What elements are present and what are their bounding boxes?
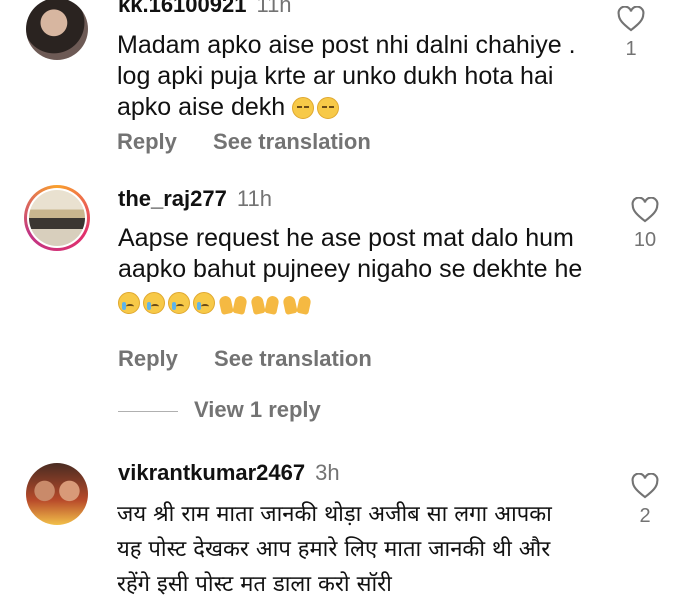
comment-text: Madam apko aise post nhi dalni chahiye .… [117,31,576,121]
see-translation-button[interactable]: See translation [214,346,372,371]
comment-username[interactable]: kk.16100921 11h [118,0,292,18]
raising-hands-icon [218,292,248,314]
sad-face-icon [292,97,315,120]
heart-outline-icon [631,197,659,223]
heart-outline-icon [617,6,645,32]
raising-hands-icon [250,292,280,314]
comment-text: Aapse request he ase post mat dalo hum a… [118,223,608,318]
comment-timestamp: 11h [256,0,292,17]
divider [118,410,178,412]
reply-button[interactable]: Reply [118,346,178,371]
crying-face-icon [143,292,165,315]
reply-button[interactable]: Reply [117,129,177,154]
comment-timestamp: 11h [236,186,272,211]
avatar[interactable] [26,463,88,525]
like-button[interactable]: 2 [625,473,665,528]
like-button[interactable]: 1 [611,6,651,61]
like-count: 1 [625,38,637,60]
like-count: 10 [633,229,657,251]
sad-face-icon [317,97,340,120]
crying-face-icon [118,292,140,315]
crying-face-icon [193,292,215,315]
avatar[interactable] [24,185,90,251]
comment-text: जय श्री राम माता जानकी थोड़ा अजीब सा लगा… [117,502,552,597]
like-button[interactable]: 10 [625,197,665,252]
like-count: 2 [639,505,651,527]
see-translation-button[interactable]: See translation [213,129,371,154]
crying-face-icon [168,292,190,315]
view-replies-button[interactable]: View 1 reply [118,397,321,423]
raising-hands-icon [282,292,312,314]
heart-outline-icon [631,473,659,499]
comment-username[interactable]: the_raj277 11h [118,186,272,212]
avatar[interactable] [26,0,88,60]
comment-username[interactable]: vikrantkumar2467 3h [118,460,340,486]
comment-timestamp: 3h [315,460,340,485]
